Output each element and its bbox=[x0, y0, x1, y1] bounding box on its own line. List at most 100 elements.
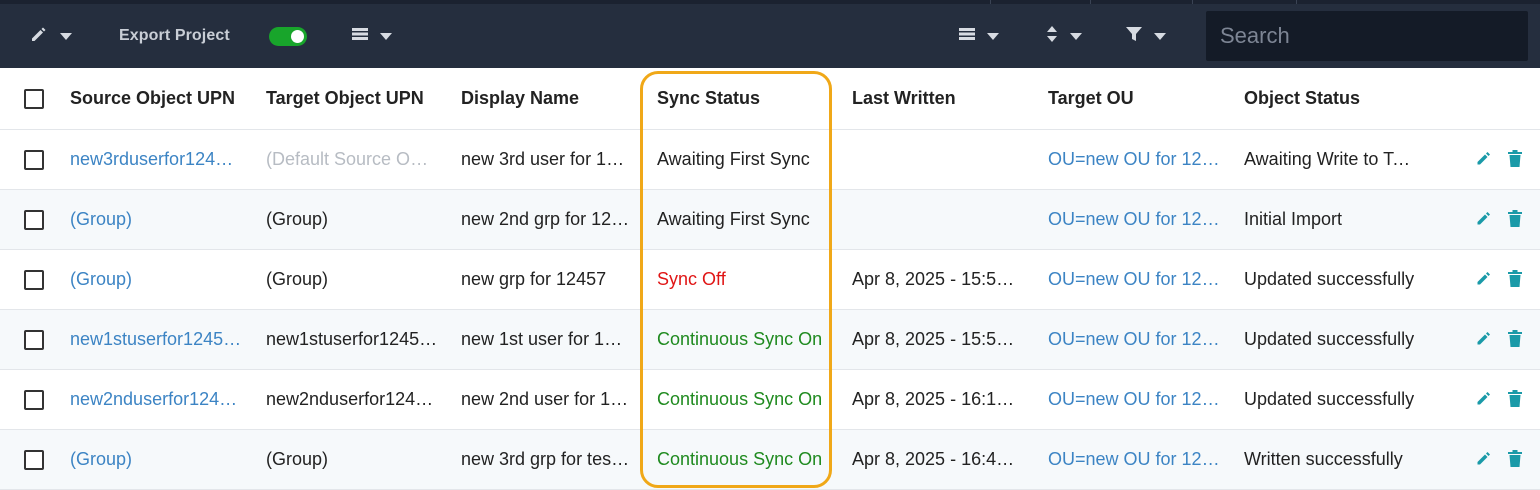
row-actions bbox=[1476, 310, 1526, 369]
edit-pencil-icon[interactable] bbox=[1476, 390, 1494, 410]
export-project-button[interactable]: Export Project bbox=[119, 4, 230, 68]
sync-status-value: Continuous Sync On bbox=[657, 389, 823, 409]
row-checkbox[interactable] bbox=[24, 329, 44, 350]
edit-pencil-icon[interactable] bbox=[1476, 210, 1494, 230]
column-header-object-status[interactable]: Object Status bbox=[1244, 68, 1416, 129]
delete-trash-icon[interactable] bbox=[1508, 149, 1526, 170]
source-upn-cell[interactable]: new1stuserfor12457@... bbox=[70, 310, 242, 369]
target-ou-cell[interactable]: OU=new OU for 12457,DC=... bbox=[1048, 250, 1220, 309]
sync-status-value: Awaiting First Sync bbox=[657, 149, 810, 169]
display-name-cell: new 2nd grp for 12457 bbox=[461, 190, 631, 249]
object-status-cell: Updated successfully bbox=[1244, 250, 1416, 309]
edit-pencil-icon[interactable] bbox=[1476, 450, 1494, 470]
row-actions bbox=[1476, 430, 1526, 489]
target-upn-cell: (Group) bbox=[266, 190, 438, 249]
column-header-label: Target OU bbox=[1048, 88, 1134, 108]
source-upn-cell[interactable]: (Group) bbox=[70, 430, 242, 489]
target-ou-cell[interactable]: OU=new OU for 12457,DC=... bbox=[1048, 190, 1220, 249]
delete-trash-icon[interactable] bbox=[1508, 329, 1526, 350]
source-upn-cell[interactable]: (Group) bbox=[70, 250, 242, 309]
target-ou-cell[interactable]: OU=new OU for 12457,DC=... bbox=[1048, 130, 1220, 189]
target-upn-cell: new2nduserfor12457@... bbox=[266, 370, 438, 429]
object-status-value: Updated successfully bbox=[1244, 269, 1415, 289]
target-ou-link[interactable]: OU=new OU for 12457,DC=... bbox=[1048, 449, 1220, 470]
table-row[interactable]: (Group) (Group) new grp for 12457 Sync O… bbox=[0, 250, 1540, 310]
row-checkbox[interactable] bbox=[24, 209, 44, 230]
edit-pencil-icon[interactable] bbox=[1476, 330, 1494, 350]
edit-pencil-icon[interactable] bbox=[1476, 150, 1494, 170]
source-upn-cell[interactable]: new2nduserfor12457@... bbox=[70, 370, 242, 429]
target-upn-value: new1stuserfor12457@... bbox=[266, 329, 438, 349]
source-upn-link[interactable]: (Group) bbox=[70, 209, 132, 230]
sync-status-value: Continuous Sync On bbox=[657, 449, 823, 469]
chevron-down-icon bbox=[60, 32, 72, 40]
column-header-last-written[interactable]: Last Written bbox=[852, 68, 1022, 129]
delete-trash-icon[interactable] bbox=[1508, 269, 1526, 290]
target-ou-cell[interactable]: OU=new OU for 12457,DC=... bbox=[1048, 310, 1220, 369]
column-header-target-upn[interactable]: Target Object UPN bbox=[266, 68, 438, 129]
display-name-value: new 2nd user for 12457 bbox=[461, 389, 631, 409]
target-upn-cell: (Group) bbox=[266, 250, 438, 309]
row-checkbox[interactable] bbox=[24, 149, 44, 170]
table-row[interactable]: new3rduserfor12457@... (Default Source O… bbox=[0, 130, 1540, 190]
table-row[interactable]: new1stuserfor12457@... new1stuserfor1245… bbox=[0, 310, 1540, 370]
column-header-target-ou[interactable]: Target OU bbox=[1048, 68, 1220, 129]
object-status-cell: Initial Import bbox=[1244, 190, 1416, 249]
target-ou-link[interactable]: OU=new OU for 12457,DC=... bbox=[1048, 389, 1220, 410]
source-upn-cell[interactable]: new3rduserfor12457@... bbox=[70, 130, 242, 189]
source-upn-link[interactable]: new1stuserfor12457@... bbox=[70, 329, 242, 350]
edit-pencil-icon[interactable] bbox=[1476, 270, 1494, 290]
columns-menu-button[interactable] bbox=[959, 4, 999, 68]
column-header-sync-status[interactable]: Sync Status bbox=[657, 68, 829, 129]
row-actions bbox=[1476, 190, 1526, 249]
list-menu-button[interactable] bbox=[352, 4, 392, 68]
row-checkbox[interactable] bbox=[24, 269, 44, 290]
sort-menu-button[interactable] bbox=[1046, 4, 1082, 68]
source-upn-link[interactable]: new2nduserfor12457@... bbox=[70, 389, 242, 410]
row-checkbox[interactable] bbox=[24, 449, 44, 470]
row-checkbox[interactable] bbox=[24, 389, 44, 410]
last-written-cell: Apr 8, 2025 - 15:50:12 bbox=[852, 310, 1022, 369]
select-all-checkbox[interactable] bbox=[24, 88, 44, 109]
source-upn-link[interactable]: (Group) bbox=[70, 269, 132, 290]
row-actions bbox=[1476, 130, 1526, 189]
target-upn-value: (Group) bbox=[266, 449, 329, 469]
edit-menu-button[interactable] bbox=[30, 4, 72, 68]
last-written-value: Apr 8, 2025 - 16:17:30 bbox=[852, 389, 1022, 409]
toggle-switch[interactable] bbox=[269, 26, 307, 46]
target-upn-value: (Group) bbox=[266, 269, 329, 289]
filter-menu-button[interactable] bbox=[1126, 4, 1166, 68]
display-name-cell: new 3rd user for 12457 bbox=[461, 130, 631, 189]
table-row[interactable]: new2nduserfor12457@... new2nduserfor1245… bbox=[0, 370, 1540, 430]
source-upn-link[interactable]: (Group) bbox=[70, 449, 132, 470]
delete-trash-icon[interactable] bbox=[1508, 449, 1526, 470]
target-ou-link[interactable]: OU=new OU for 12457,DC=... bbox=[1048, 269, 1220, 290]
column-header-source-upn[interactable]: Source Object UPN bbox=[70, 68, 242, 129]
column-header-label: Last Written bbox=[852, 88, 956, 108]
source-upn-link[interactable]: new3rduserfor12457@... bbox=[70, 149, 242, 170]
sync-toggle[interactable] bbox=[269, 4, 307, 68]
object-status-value: Awaiting Write to Target bbox=[1244, 149, 1416, 169]
target-ou-link[interactable]: OU=new OU for 12457,DC=... bbox=[1048, 329, 1220, 350]
pencil-icon bbox=[30, 25, 48, 48]
table-row[interactable]: (Group) (Group) new 3rd grp for testing … bbox=[0, 430, 1540, 490]
object-status-cell: Awaiting Write to Target bbox=[1244, 130, 1416, 189]
sync-status-cell: Continuous Sync On bbox=[657, 310, 829, 369]
target-upn-cell: (Group) bbox=[266, 430, 438, 489]
object-status-cell: Updated successfully bbox=[1244, 310, 1416, 369]
table-row[interactable]: (Group) (Group) new 2nd grp for 12457 Aw… bbox=[0, 190, 1540, 250]
search-input[interactable] bbox=[1206, 11, 1528, 61]
chevron-down-icon bbox=[1154, 32, 1166, 40]
target-ou-link[interactable]: OU=new OU for 12457,DC=... bbox=[1048, 149, 1220, 170]
target-ou-cell[interactable]: OU=new OU for 12457,DC=... bbox=[1048, 370, 1220, 429]
delete-trash-icon[interactable] bbox=[1508, 389, 1526, 410]
export-project-label: Export Project bbox=[119, 27, 230, 44]
sort-icon bbox=[1046, 25, 1058, 48]
sync-status-cell: Sync Off bbox=[657, 250, 829, 309]
source-upn-cell[interactable]: (Group) bbox=[70, 190, 242, 249]
column-header-display-name[interactable]: Display Name bbox=[461, 68, 631, 129]
target-ou-link[interactable]: OU=new OU for 12457,DC=... bbox=[1048, 209, 1220, 230]
row-select-cell bbox=[24, 310, 48, 369]
delete-trash-icon[interactable] bbox=[1508, 209, 1526, 230]
target-ou-cell[interactable]: OU=new OU for 12457,DC=... bbox=[1048, 430, 1220, 489]
